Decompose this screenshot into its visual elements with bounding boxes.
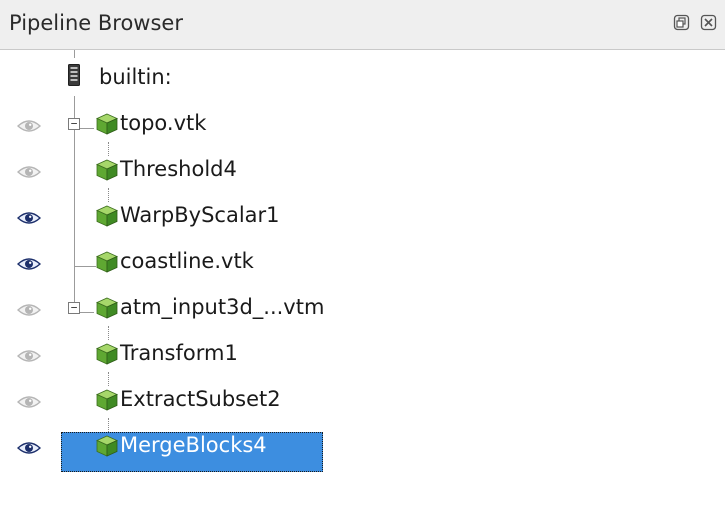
eye-hidden-icon[interactable]: [16, 164, 42, 178]
pipeline-object-icon: [96, 389, 118, 411]
eye-visible-icon[interactable]: [16, 440, 42, 454]
pipeline-object-icon: [96, 297, 118, 319]
pipeline-object-icon: [96, 205, 118, 227]
panel-titlebar: Pipeline Browser: [0, 0, 725, 50]
eye-hidden-icon[interactable]: [16, 302, 42, 316]
tree-item-label: ExtractSubset2: [120, 387, 281, 411]
close-icon[interactable]: [700, 14, 717, 31]
eye-hidden-icon[interactable]: [16, 348, 42, 362]
tree-item-label: Transform1: [120, 341, 238, 365]
tree-item-label: coastline.vtk: [120, 249, 254, 273]
tree-item-label: WarpByScalar1: [120, 203, 280, 227]
tree-item-row[interactable]: MergeBlocks4: [0, 424, 725, 470]
tree-item-row[interactable]: coastline.vtk: [0, 240, 725, 286]
tree-item-row[interactable]: ExtractSubset2: [0, 378, 725, 424]
tree-item-row[interactable]: WarpByScalar1: [0, 194, 725, 240]
pipeline-object-icon: [96, 251, 118, 273]
tree-item-label: builtin:: [99, 65, 172, 89]
pipeline-object-icon: [96, 113, 118, 135]
eye-visible-icon[interactable]: [16, 256, 42, 270]
server-icon: [68, 64, 80, 86]
tree-item-label: MergeBlocks4: [120, 433, 267, 457]
collapse-icon[interactable]: −: [68, 118, 80, 130]
tree-item-row[interactable]: − topo.vtk: [0, 102, 725, 148]
pipeline-browser-panel: Pipeline Browser builtin: − topo.vtk Thr…: [0, 0, 725, 531]
pipeline-object-icon: [96, 159, 118, 181]
pipeline-object-icon: [96, 343, 118, 365]
eye-visible-icon[interactable]: [16, 210, 42, 224]
tree-item-label: atm_input3d_...vtm: [120, 295, 325, 319]
tree-item-row[interactable]: − atm_input3d_...vtm: [0, 286, 725, 332]
float-icon[interactable]: [673, 14, 690, 31]
eye-hidden-icon[interactable]: [16, 394, 42, 408]
eye-hidden-icon[interactable]: [16, 118, 42, 132]
tree-item-label: Threshold4: [120, 157, 237, 181]
collapse-icon[interactable]: −: [68, 302, 80, 314]
tree-item-row[interactable]: Transform1: [0, 332, 725, 378]
panel-title: Pipeline Browser: [9, 11, 183, 35]
tree-root-builtin[interactable]: builtin:: [0, 56, 725, 102]
tree-item-label: topo.vtk: [120, 111, 207, 135]
tree-item-row[interactable]: Threshold4: [0, 148, 725, 194]
pipeline-object-icon: [96, 435, 118, 457]
